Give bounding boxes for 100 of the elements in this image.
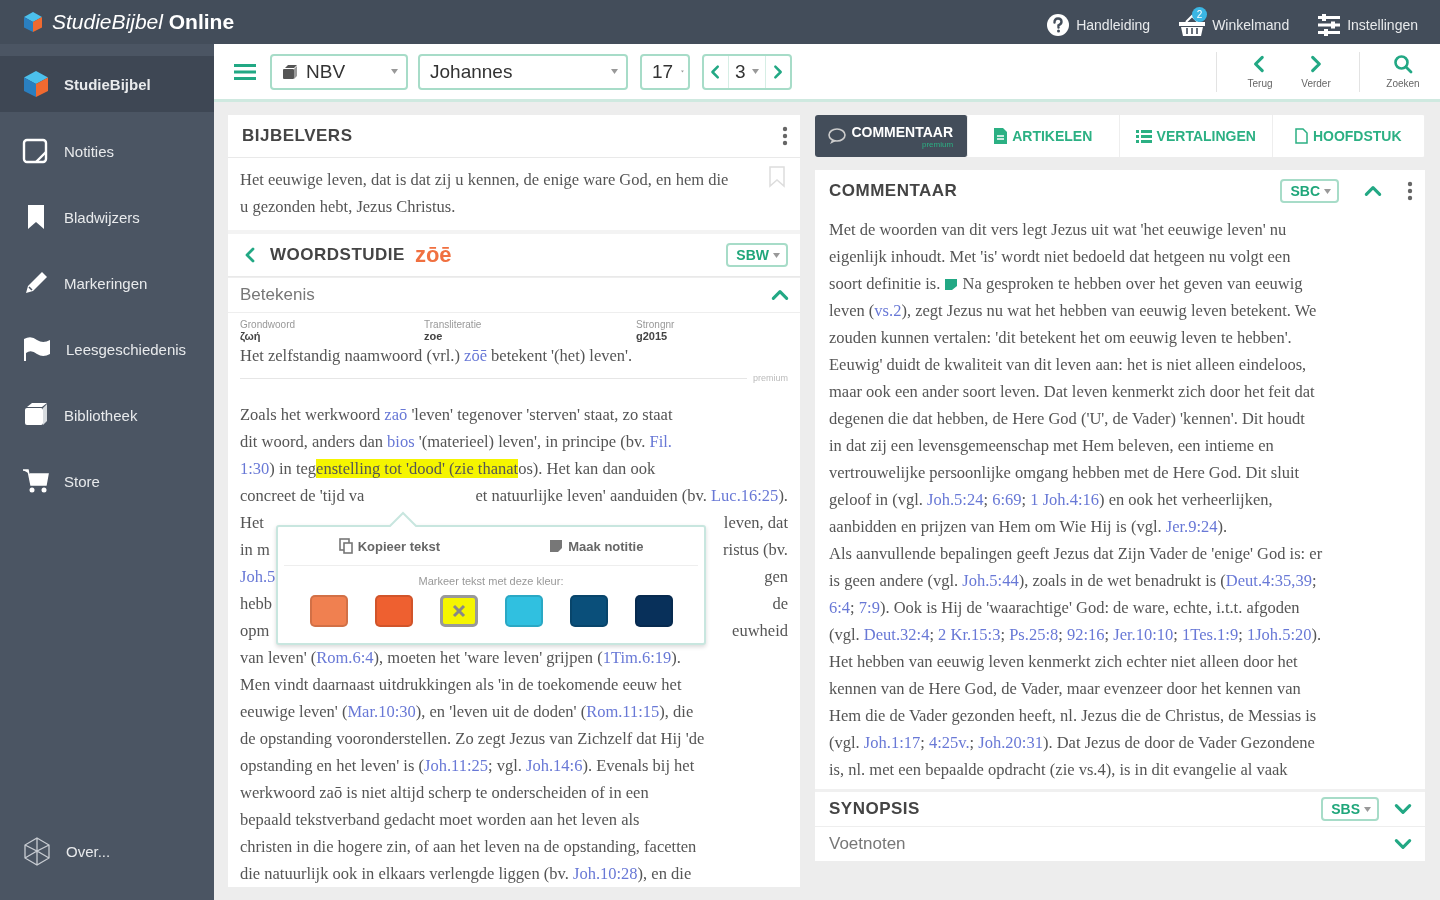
document-icon (1294, 128, 1308, 144)
reference-link[interactable]: Jer.9:24 (1165, 517, 1218, 536)
text-line: Zoals het werkwoord zaō 'leven' tegenover 'sterven' staat, zo staat (240, 404, 674, 426)
text-line: leven, dat (723, 512, 788, 534)
book-icon (282, 63, 298, 80)
sidebar-item[interactable]: Leesgeschiedenis (0, 316, 214, 382)
menu-button[interactable] (234, 62, 256, 81)
text-line: concreet de 'tijd va (240, 485, 365, 507)
settings-icon (1317, 14, 1342, 36)
reference-link[interactable]: Joh.20:31 (978, 733, 1043, 752)
reference-link[interactable]: Joh.10:28 (572, 864, 638, 883)
reference-link[interactable]: zaō (384, 405, 408, 424)
text-line: de (772, 593, 788, 615)
text-line: eeuwige leven' (Mar.10:30), en 'leven uit de doden' (Rom.11:15), die (240, 701, 695, 723)
note-icon (549, 539, 564, 553)
book-dropdown[interactable]: Johannes (418, 53, 628, 90)
reference-link[interactable]: 4:25v. (928, 733, 970, 752)
sidebar-item[interactable]: Over... (0, 818, 214, 884)
reference-link[interactable]: Joh.1:17 (863, 733, 921, 752)
sidebar-item[interactable]: Store (0, 448, 214, 514)
source-dropdown[interactable]: SBS (1321, 797, 1379, 821)
sidebar-item[interactable]: Markeringen (0, 250, 214, 316)
verse-text: Het eeuwige leven, dat is dat zij u kennen, de enige ware God, en hem die u gezonden hebt, Jezus Christus. (240, 169, 730, 218)
sidebar-item[interactable]: Notities (0, 118, 214, 184)
reference-link[interactable]: Mar.10:30 (347, 702, 416, 721)
source-dropdown[interactable]: SBC (1280, 179, 1339, 203)
tab[interactable]: ARTIKELEN (967, 115, 1120, 157)
reference-link[interactable]: 1:30 (240, 459, 270, 478)
text-line: maar ook een ander soort leven. Dat leven kenmerkt zich door het feit dat (829, 381, 1316, 403)
text-line: leven (vs.2), zegt Jezus nu wat het hebben van eeuwig leven betekent. We (829, 300, 1318, 322)
text-line: die natuurlijk ook in elkaars verlengde liggen (bv. Joh.10:28), en die (240, 863, 693, 885)
sidebar-item[interactable]: Bibliotheek (0, 382, 214, 448)
reference-link[interactable]: 1 Joh.4:16 (1030, 490, 1099, 509)
text-line: dit woord, anders dan bios '(materieel) leven', in principe (bv. Fil. (240, 431, 673, 453)
reference-link[interactable]: Fil. (649, 432, 672, 451)
caret-icon (1364, 806, 1371, 812)
reference-link[interactable]: Jer.10:10 (1113, 625, 1174, 644)
translation-dropdown[interactable]: NBV (270, 53, 408, 90)
reference-link[interactable]: Joh.5 (240, 567, 276, 586)
color-swatch[interactable] (439, 595, 478, 627)
reference-link[interactable]: bios (387, 432, 415, 451)
search-button[interactable]: Zoeken (1380, 54, 1426, 89)
reference-link[interactable]: 7:9 (858, 598, 880, 617)
copy-button[interactable]: Kopieer tekst (338, 538, 440, 554)
header-link[interactable]: 2 Winkelmand (1178, 7, 1290, 37)
more-button[interactable] (782, 126, 788, 146)
reference-link[interactable]: Ps.25:8 (1009, 625, 1059, 644)
text-line: Het hebben van eeuwig leven kenmerkt zich echter niet alleen door het (829, 651, 1299, 673)
sidebar-item[interactable]: Bladwijzers (0, 184, 214, 250)
forward-button[interactable]: Verder (1293, 54, 1339, 89)
field-value: ζωή (240, 330, 262, 342)
reference-link[interactable]: Joh.14:6 (526, 756, 583, 775)
cube-icon (22, 70, 50, 98)
document-icon (994, 128, 1008, 144)
premium-label: premium (921, 139, 954, 149)
caret-icon (773, 252, 780, 258)
reference-link[interactable]: 2 Kr.15:3 (938, 625, 1001, 644)
reference-link[interactable]: vs.2 (874, 301, 902, 320)
text-line: christen in die hogere zin, of aan het leven na de opstanding, facetten (240, 836, 698, 858)
reference-link[interactable]: 1Tes.1:9 (1182, 625, 1239, 644)
text-line: vertrouwelijke persoonlijke omgang hebben met de Here God. Dit sluit (829, 462, 1301, 484)
back-button[interactable]: Terug (1237, 54, 1283, 89)
reference-link[interactable]: 92:16 (1066, 625, 1105, 644)
text-line: geloof in (vgl. Joh.5:24; 6:69; 1 Joh.4:16) en ook het verheerlijken, (829, 489, 1274, 511)
reference-link[interactable]: Joh.5:24 (927, 490, 984, 509)
reference-link[interactable]: Joh.5:44 (962, 571, 1019, 590)
text-line: euwheid (732, 620, 788, 642)
subsection-title: Betekenis (240, 285, 315, 305)
reference-link[interactable]: Deut.32:4 (863, 625, 930, 644)
definition-text: Het zelfstandig naamwoord (vrl.) zōē betekent '(het) leven'. (240, 345, 634, 367)
bookmark-icon (768, 166, 786, 188)
text-line: 6:4; 7:9). Ook is Hij de 'waarachtige' God: de ware, echte, i.t.t. afgoden (829, 597, 1301, 619)
reference-link[interactable]: Deut.4:35,39 (1225, 571, 1312, 590)
reference-link[interactable]: 1Joh.5:20 (1246, 625, 1312, 644)
text-line: degenen die dat hebben, de Here God ('U', de Vader) 'kennen'. Dit houdt (829, 408, 1306, 430)
note-button[interactable]: Maak notitie (549, 538, 644, 554)
more-button[interactable] (1407, 181, 1413, 201)
reference-link[interactable]: Rom.11:15 (586, 702, 660, 721)
popup-label: Markeer tekst met deze kleur: (417, 575, 565, 587)
reference-link[interactable]: Joh.11:25 (424, 756, 488, 775)
reference-link[interactable]: Rom.6:4 (316, 648, 374, 667)
tab[interactable]: COMMENTAAR premium (815, 115, 968, 157)
tab[interactable]: HOOFDSTUK (1272, 115, 1425, 157)
tab[interactable]: VERTALINGEN (1120, 115, 1273, 157)
header-link[interactable]: Handleiding (1046, 7, 1151, 37)
text-line: aanbidden en prijzen van Hem om Wie Hij is (vgl. Jer.9:24). (829, 516, 1229, 538)
reference-link[interactable]: 6:4 (829, 598, 851, 617)
source-dropdown[interactable]: SBW (726, 243, 788, 267)
sidebar-item[interactable]: StudieBijbel (0, 56, 214, 112)
text-line: (vgl. Deut.32:4; 2 Kr.15:3; Ps.25:8; 92:16; Jer.10:10; 1Tes.1:9; 1Joh.5:20). (829, 624, 1323, 646)
reference-link[interactable]: zōē (464, 346, 487, 365)
text-line: ristus (bv. (723, 539, 788, 561)
list-icon (1135, 129, 1152, 143)
reference-link[interactable]: Luc.16:25 (711, 486, 779, 505)
section-title: WOORDSTUDIE (270, 245, 405, 265)
reference-link[interactable]: 6:69 (992, 490, 1022, 509)
reference-link[interactable]: 1Tim.6:19 (602, 648, 672, 667)
chapter-dropdown[interactable]: 17 (640, 53, 690, 90)
text-line: is, nl. met een bepaalde opdracht (zie vs.4), is in dit evangelie al vaak (829, 759, 1289, 781)
header-link[interactable]: Instellingen (1317, 8, 1418, 36)
